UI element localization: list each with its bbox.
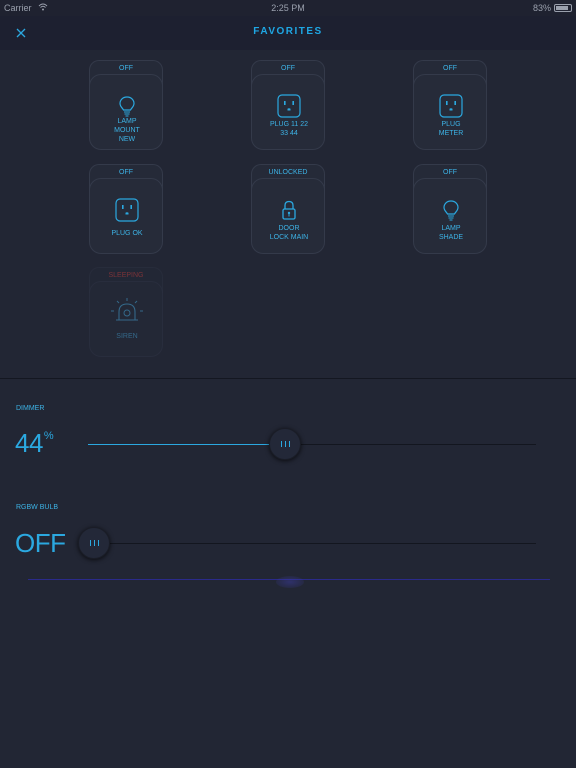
color-slider-handle[interactable]: [276, 576, 304, 588]
tile-body: SIREN: [89, 281, 163, 357]
tile-siren[interactable]: SLEEPING SIREN: [89, 267, 163, 357]
siren-icon: [111, 298, 143, 321]
tile-lamp-mount-new[interactable]: OFF LAMP MOUNT NEW: [89, 60, 163, 150]
tile-label: SIREN: [116, 333, 138, 340]
dimmer-unit: %: [43, 430, 54, 442]
rgbw-label: RGBW BULB: [16, 504, 59, 511]
tile-body: PLUG 11 22 33 44: [251, 74, 325, 150]
dimmer-fill: [88, 444, 286, 445]
favorites-grid: OFF LAMP MOUNT NEW OFF PLUG 11 22 33 44 …: [0, 50, 576, 378]
tile-body: PLUG OK: [89, 178, 163, 254]
tile-label: DOOR LOCK MAIN: [269, 225, 309, 241]
dimmer-value: 44%: [15, 428, 54, 458]
battery-percent: 83%: [532, 3, 551, 13]
rgbw-slider-handle[interactable]: [78, 527, 110, 559]
tile-body: LAMP SHADE: [413, 178, 487, 254]
lock-icon: [282, 200, 296, 220]
outlet-icon: [439, 94, 463, 118]
status-bar: Carrier 2:25 PM 83%: [0, 0, 576, 16]
dimmer-slider-handle[interactable]: [269, 428, 302, 460]
nav-bar: FAVORITES: [0, 16, 576, 50]
tile-body: LAMP MOUNT NEW: [89, 74, 163, 150]
section-divider: [0, 378, 576, 379]
tile-label: PLUG OK: [111, 230, 143, 237]
clock: 2:25 PM: [271, 3, 305, 13]
tile-label: PLUG 11 22 33 44: [269, 121, 308, 137]
tile-label: LAMP MOUNT NEW: [114, 118, 140, 143]
tile-body: DOOR LOCK MAIN: [251, 178, 325, 254]
tile-door-lock-main[interactable]: UNLOCKED DOOR LOCK MAIN: [251, 164, 325, 254]
tile-label: PLUG METER: [438, 121, 464, 137]
tile-plug-ok[interactable]: OFF PLUG OK: [89, 164, 163, 254]
tile-plug-11-22-33-44[interactable]: OFF PLUG 11 22 33 44: [251, 60, 325, 150]
rgbw-value: OFF: [15, 528, 66, 558]
dimmer-label: DIMMER: [16, 405, 45, 412]
tile-plug-meter[interactable]: OFF PLUG METER: [413, 60, 487, 150]
outlet-icon: [277, 94, 301, 118]
lightbulb-icon: [443, 200, 459, 221]
tile-lamp-shade[interactable]: OFF LAMP SHADE: [413, 164, 487, 254]
page-title: FAVORITES: [253, 26, 323, 37]
battery-icon: [554, 4, 572, 12]
rgbw-track[interactable]: [94, 543, 536, 544]
outlet-icon: [115, 198, 139, 222]
lightbulb-icon: [119, 96, 135, 117]
tile-body: PLUG METER: [413, 74, 487, 150]
tile-label: LAMP SHADE: [438, 225, 464, 241]
